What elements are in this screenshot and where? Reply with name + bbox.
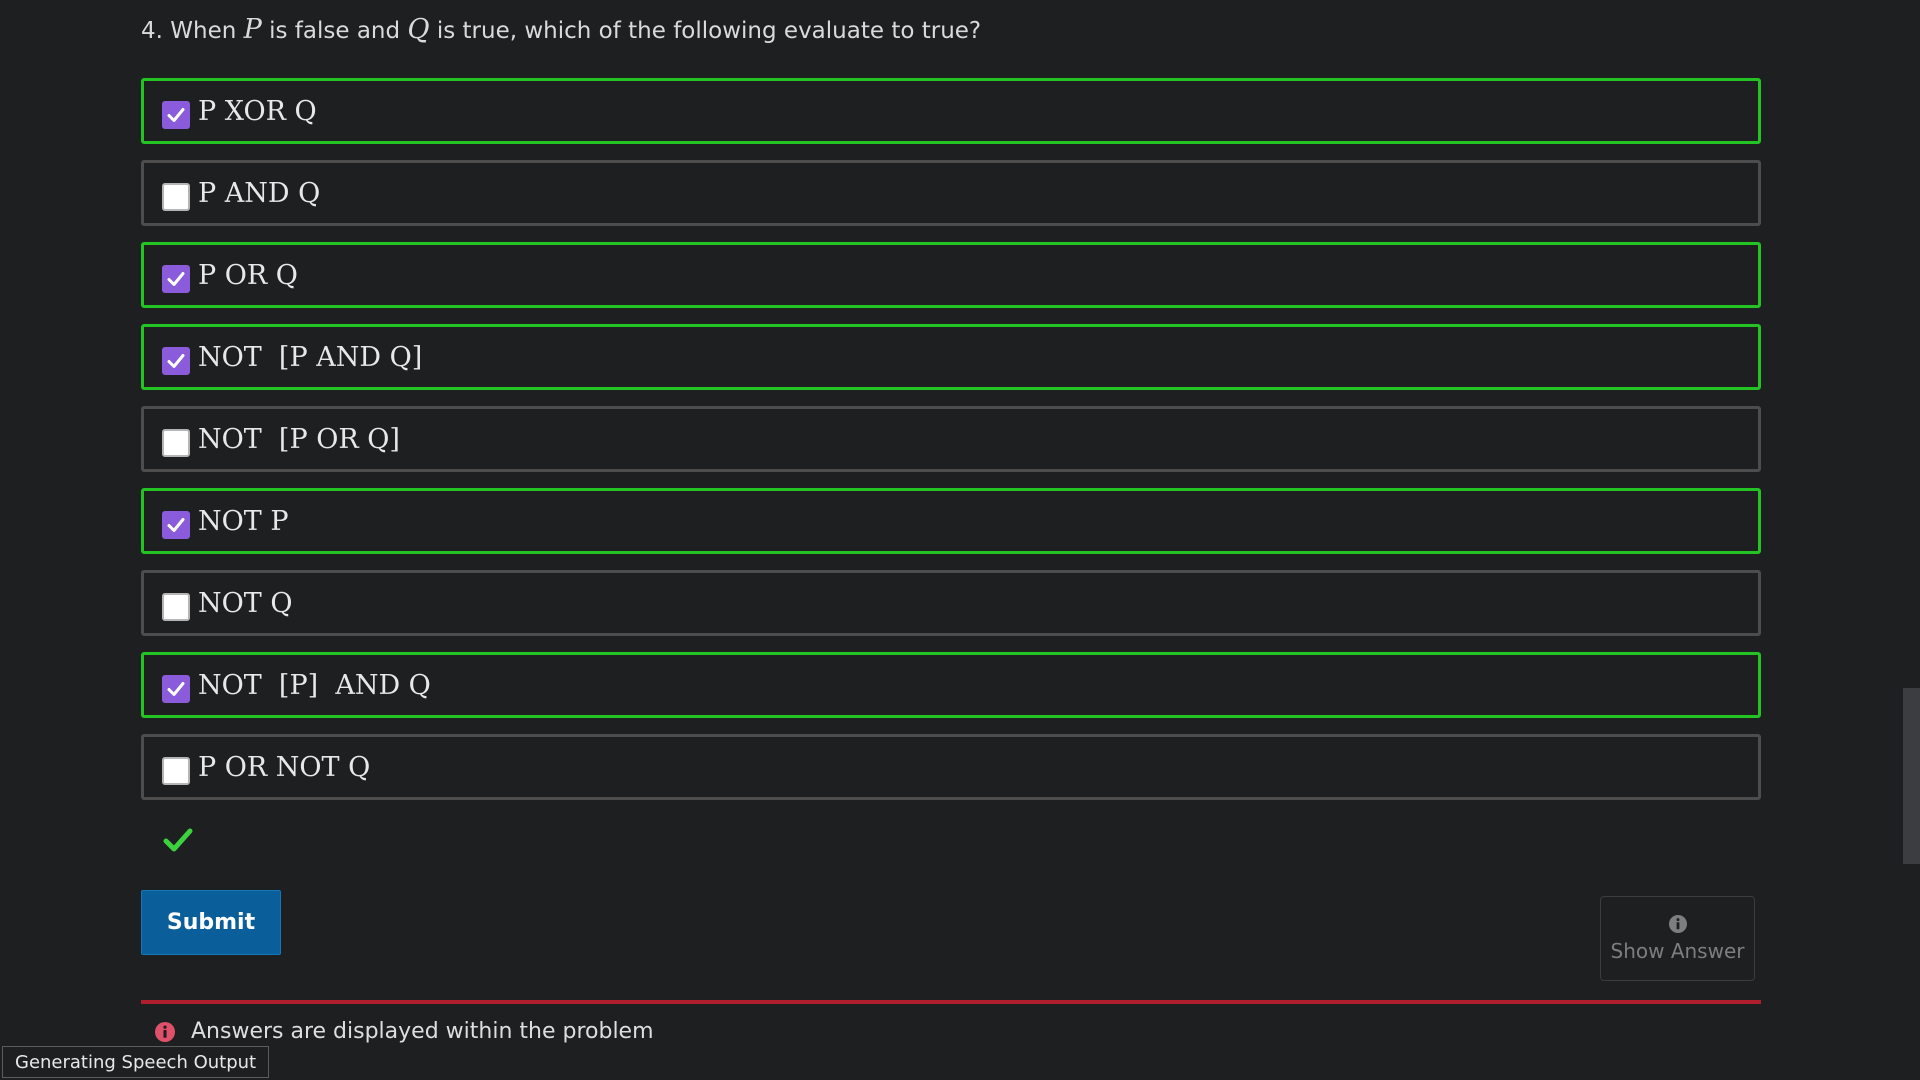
info-icon [1668, 914, 1687, 933]
info-icon [155, 1021, 175, 1042]
option-not-p-and-q[interactable]: NOT [P AND Q] [141, 324, 1761, 390]
option-label: P OR Q [198, 259, 298, 291]
option-not-q[interactable]: NOT Q [141, 570, 1761, 636]
option-label: NOT P [198, 505, 289, 537]
option-label: NOT [P OR Q] [198, 423, 400, 455]
scrollbar-thumb[interactable] [1903, 688, 1920, 864]
option-not-p-or-q[interactable]: NOT [P OR Q] [141, 406, 1761, 472]
checkbox[interactable] [162, 429, 190, 457]
checkmark-icon [167, 272, 185, 286]
question-middle: is false and [261, 18, 408, 44]
checkmark-icon [167, 108, 185, 122]
option-p-or-not-q[interactable]: P OR NOT Q [141, 734, 1761, 800]
question-text: 4. When P is false and Q is true, which … [141, 14, 981, 45]
correct-checkmark-icon [163, 828, 193, 852]
submit-button[interactable]: Submit [141, 890, 281, 955]
checkbox[interactable] [162, 101, 190, 129]
checkmark-icon [167, 354, 185, 368]
option-label: P OR NOT Q [198, 751, 371, 783]
checkbox[interactable] [162, 593, 190, 621]
question-prefix: 4. When [141, 18, 244, 44]
checkmark-icon [167, 682, 185, 696]
show-answer-label: Show Answer [1610, 938, 1745, 963]
variable-p: P [243, 14, 262, 45]
checkbox[interactable] [162, 511, 190, 539]
question-suffix: is true, which of the following evaluate… [429, 18, 982, 44]
answer-options: P XOR Q P AND Q P OR Q NOT [P AND Q] NOT… [141, 78, 1761, 816]
option-label: NOT Q [198, 587, 293, 619]
option-label: P XOR Q [198, 95, 317, 127]
checkbox[interactable] [162, 347, 190, 375]
checkmark-icon [167, 518, 185, 532]
checkbox[interactable] [162, 757, 190, 785]
problem-page: 4. When P is false and Q is true, which … [0, 0, 1920, 1080]
notice-text: Answers are displayed within the problem [191, 1019, 654, 1044]
show-answer-button[interactable]: Show Answer [1600, 896, 1755, 981]
option-p-xor-q[interactable]: P XOR Q [141, 78, 1761, 144]
checkbox[interactable] [162, 265, 190, 293]
option-label: NOT [P] AND Q [198, 669, 431, 701]
option-label: P AND Q [198, 177, 321, 209]
option-p-or-q[interactable]: P OR Q [141, 242, 1761, 308]
checkbox[interactable] [162, 183, 190, 211]
variable-q: Q [407, 14, 430, 45]
checkbox[interactable] [162, 675, 190, 703]
speech-status-indicator: Generating Speech Output [2, 1046, 270, 1078]
option-label: NOT [P AND Q] [198, 341, 423, 373]
option-not-p-bracket-and-q[interactable]: NOT [P] AND Q [141, 652, 1761, 718]
divider [141, 1000, 1761, 1004]
answers-notice: Answers are displayed within the problem [155, 1019, 654, 1044]
option-not-p[interactable]: NOT P [141, 488, 1761, 554]
option-p-and-q[interactable]: P AND Q [141, 160, 1761, 226]
